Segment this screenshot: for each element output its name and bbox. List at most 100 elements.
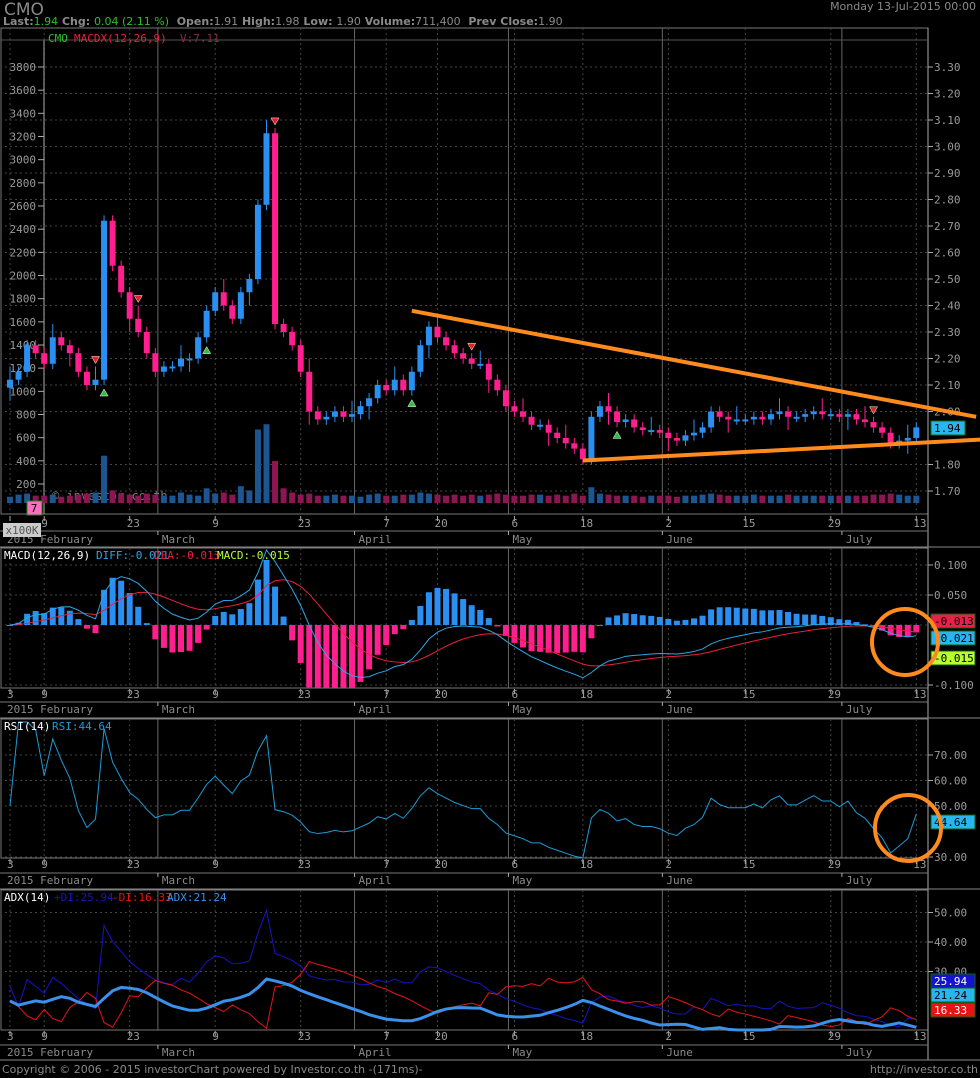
volume-bar: [879, 494, 886, 503]
volume-bar: [118, 493, 125, 503]
volume-bar: [143, 493, 150, 503]
date-tick-label: 2: [665, 688, 672, 701]
month-label: April: [359, 1046, 392, 1059]
macd-histogram-bar: [451, 593, 458, 625]
macd-histogram-bar: [767, 610, 774, 625]
date-tick-label: 29: [828, 517, 841, 530]
legend-volume: V:7.11: [180, 32, 220, 45]
candle: [673, 432, 680, 446]
macd-histogram-bar: [280, 616, 287, 625]
macd-macd-value: MACD:-0.015: [217, 549, 290, 562]
macd-histogram-bar: [272, 586, 279, 625]
date-tick-label: 9: [212, 517, 219, 530]
month-label: March: [162, 533, 195, 546]
adx-title: ADX(14): [4, 891, 50, 904]
candle: [383, 379, 390, 396]
adx-plus-di-badge-text: 25.94: [934, 975, 967, 988]
price-axis-label: 2.50: [934, 273, 961, 286]
candle: [759, 411, 766, 425]
macd-histogram-bar: [169, 625, 176, 653]
macd-panel: 3 9 23 9 23 7 20 6 18 2 15 29 13 2015 February March Ap…: [0, 547, 980, 719]
volume-bar: [810, 495, 817, 503]
candle: [879, 422, 886, 438]
candle: [229, 300, 236, 325]
last-price-badge-text: 1.94: [934, 422, 961, 435]
volume-bar: [186, 494, 193, 503]
macdx-axis-label: 2200: [10, 246, 37, 259]
trendline[interactable]: [582, 437, 980, 463]
candle: [400, 374, 407, 396]
macd-histogram-bar: [220, 611, 227, 625]
macd-histogram-bar: [178, 625, 184, 653]
candle: [827, 408, 834, 420]
month-label: April: [359, 874, 392, 887]
candle: [545, 419, 552, 446]
volume-bar: [212, 493, 219, 503]
panel-frame: [0, 718, 929, 859]
volume-bar: [109, 490, 116, 503]
volume-bar: [160, 495, 167, 503]
date-tick-label: 9: [212, 1030, 219, 1043]
date-tick-label: 9: [41, 858, 48, 871]
candle: [554, 427, 561, 444]
volume-bar: [588, 487, 595, 503]
legend-symbol: CMO: [48, 32, 68, 45]
macdx-axis-label: 1200: [10, 362, 37, 375]
volume-bar: [520, 495, 526, 503]
month-label: May: [512, 874, 532, 887]
date-tick-label: 6: [511, 688, 518, 701]
macdx-axis-label: 400: [16, 455, 36, 468]
volume-bar: [15, 494, 22, 503]
price-panel: 9 23 9 23 7 20 6 18 2 15 29 132015 February March Apr…: [0, 27, 980, 548]
adx-badge-text: 21.24: [934, 989, 967, 1002]
volume-bar: [605, 494, 612, 503]
candle: [725, 411, 732, 433]
price-axis-label: 3.00: [934, 141, 961, 154]
volume-bar: [596, 493, 603, 503]
macd-histogram-bar: [708, 609, 715, 625]
macd-histogram-bar: [691, 618, 697, 625]
date-tick-label: 6: [511, 517, 518, 530]
macd-histogram-bar: [554, 625, 561, 653]
volume-bar: [639, 496, 646, 503]
macdx-axis-label: 1400: [10, 339, 37, 352]
rsi-axis-label: 60.00: [934, 775, 967, 788]
candle: [143, 326, 150, 359]
price-axis-label: 1.80: [934, 459, 961, 472]
macd-histogram-bar: [631, 614, 638, 625]
copyright-text: Copyright © 2006 - 2015 investorChart po…: [2, 1063, 423, 1076]
rsi-title: RSI(14): [4, 720, 50, 733]
volume-bar: [759, 495, 766, 503]
stock-chart[interactable]: 9 23 9 23 7 20 6 18 2 15 29 132015 February March Apr…: [0, 0, 980, 1061]
date-tick-label: 18: [580, 1030, 593, 1043]
candle: [614, 406, 621, 428]
candle: [272, 127, 279, 330]
date-tick-label: 3: [7, 1030, 14, 1043]
macd-dea-value: DEA:-0.013: [154, 549, 220, 562]
candle: [639, 422, 646, 436]
macdx-axis-label: 3000: [10, 154, 37, 167]
trendline[interactable]: [411, 308, 977, 419]
volume-bar: [691, 495, 697, 503]
macdx-axis-label: 800: [16, 409, 36, 422]
date-tick-label: 18: [580, 688, 593, 701]
footer-link[interactable]: http://investor.co.th: [870, 1063, 978, 1076]
buy-signal-icon: [99, 388, 109, 397]
legend-indicator: MACDX(12,26,9): [74, 32, 167, 45]
volume-bar: [844, 495, 851, 503]
volume-bar: [237, 486, 244, 503]
candle: [819, 398, 826, 420]
price-axis-label: 3.20: [934, 88, 961, 101]
footer: Copyright © 2006 - 2015 investorChart po…: [0, 1061, 980, 1078]
date-tick-label: 23: [127, 517, 140, 530]
date-tick-label: 20: [435, 1030, 448, 1043]
volume-bar: [460, 495, 467, 503]
macd-histogram-bar: [733, 607, 740, 625]
macd-histogram-bar: [152, 625, 159, 640]
volume-bar: [485, 494, 492, 503]
macd-histogram-bar: [588, 625, 595, 639]
macd-histogram-bar: [417, 605, 424, 625]
candle: [793, 411, 800, 423]
volume-bar: [545, 495, 552, 503]
macd-histogram-bar: [314, 625, 321, 688]
